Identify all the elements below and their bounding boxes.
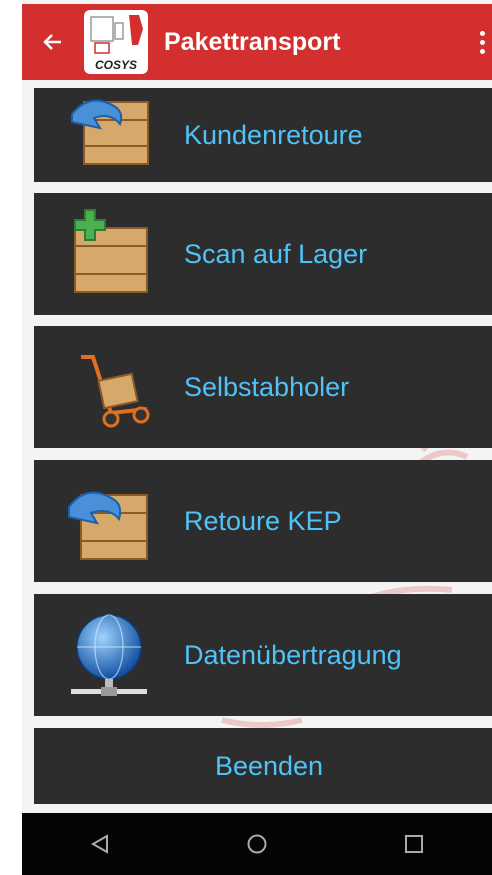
nav-home-button[interactable] <box>227 813 287 875</box>
app-bar: COSYS Pakettransport <box>22 4 492 80</box>
page-title: Pakettransport <box>164 27 341 56</box>
menu-item-kundenretoure[interactable]: Kundenretoure <box>34 88 492 182</box>
menu-item-selbstabholer[interactable]: Selbstabholer <box>34 326 492 448</box>
exit-button[interactable]: Beenden <box>34 728 492 804</box>
dot <box>479 39 485 45</box>
box-add-icon <box>34 193 184 315</box>
screen: COSYS Pakettransport Kundenretoure Scan … <box>0 0 492 875</box>
menu-label: Selbstabholer <box>184 371 350 402</box>
menu-label: Retoure KEP <box>184 505 342 536</box>
system-nav-bar <box>22 813 492 875</box>
menu-label: Datenübertragung <box>184 639 402 670</box>
box-return-icon <box>34 460 184 582</box>
exit-label: Beenden <box>214 750 324 781</box>
app-logo: COSYS <box>84 10 148 74</box>
hand-truck-icon <box>34 326 184 448</box>
menu-label: Kundenretoure <box>184 119 363 150</box>
triangle-back-icon <box>91 834 109 854</box>
globe-network-icon <box>34 594 184 716</box>
app-window: COSYS Pakettransport Kundenretoure Scan … <box>22 0 492 875</box>
dot <box>479 48 485 54</box>
square-recent-icon <box>404 835 423 853</box>
arrow-left-icon <box>43 34 61 50</box>
menu-item-scan-auf-lager[interactable]: Scan auf Lager <box>34 193 492 315</box>
box-return-icon <box>34 88 184 182</box>
dot <box>479 30 485 36</box>
nav-back-button[interactable] <box>70 813 130 875</box>
logo-text: COSYS <box>95 58 137 72</box>
nav-recent-button[interactable] <box>384 813 444 875</box>
menu-label: Scan auf Lager <box>184 238 368 269</box>
menu-item-datenuebertragung[interactable]: Datenübertragung <box>34 594 492 716</box>
back-button[interactable] <box>22 4 84 80</box>
circle-home-icon <box>247 834 267 854</box>
overflow-menu-button[interactable] <box>472 4 492 80</box>
menu-item-retoure-kep[interactable]: Retoure KEP <box>34 460 492 582</box>
